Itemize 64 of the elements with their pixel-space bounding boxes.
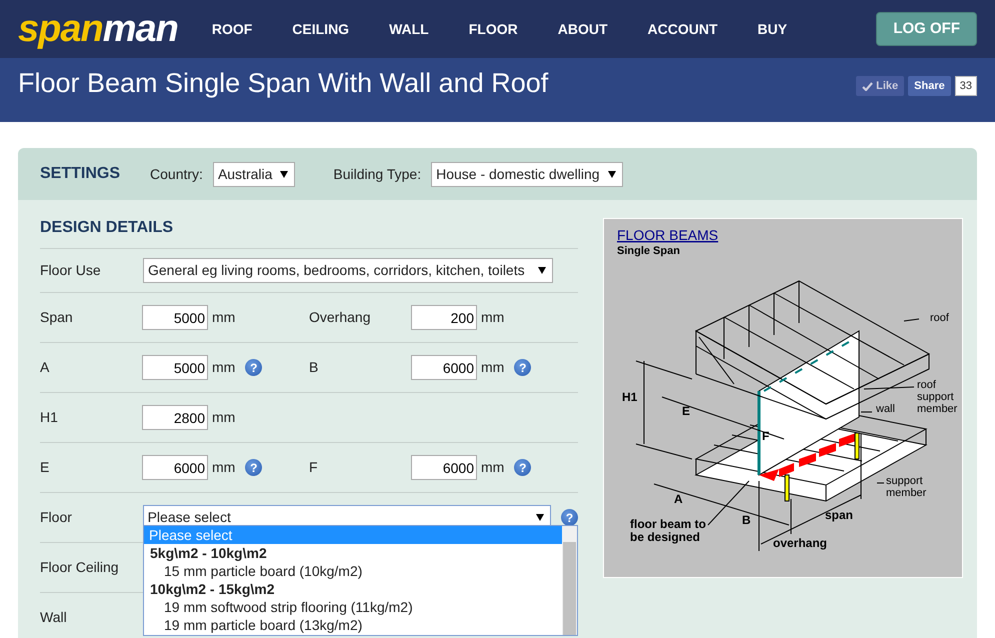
nav-link[interactable]: FLOOR — [468, 18, 518, 40]
dropdown-field[interactable]: General eg living rooms, bedrooms, corridors, kitchen, toilets — [143, 258, 553, 283]
field-label: H1 — [40, 408, 59, 427]
diagram-label: A — [674, 493, 684, 506]
building-type-label: Building Type: — [333, 164, 422, 184]
nav-link[interactable]: ROOF — [212, 18, 252, 40]
nav-link[interactable]: ACCOUNT — [648, 18, 718, 40]
diagram-label: roof — [930, 312, 950, 324]
diagram-label: B — [742, 514, 752, 528]
design-heading: DESIGN DETAILS — [40, 200, 578, 249]
field-label: Floor Use — [40, 261, 102, 280]
unit-label: mm — [212, 408, 236, 427]
number-input[interactable]: 5000 — [142, 355, 208, 380]
nav-link[interactable]: CEILING — [292, 18, 350, 40]
dropdown-option[interactable]: 19 mm particle board (13kg/m2) — [144, 616, 562, 634]
field-label: Overhang — [309, 308, 372, 327]
page-title: Floor Beam Single Span With Wall and Roof — [18, 66, 548, 100]
diagram-label: span — [825, 509, 854, 522]
diagram-label: E — [682, 405, 692, 418]
check-icon — [862, 82, 874, 90]
building-type-select[interactable]: House - domestic dwelling — [431, 162, 623, 186]
share-button[interactable]: Share — [908, 76, 951, 96]
field-label: F — [309, 458, 319, 477]
settings-heading: SETTINGS — [40, 164, 120, 184]
field-label: Wall — [40, 608, 68, 627]
option-group-label: 5kg\m2 - 10kg\m2 — [149, 544, 268, 562]
diagram-label: support member — [886, 475, 928, 500]
dropdown-option[interactable]: 15 mm particle board (10kg/m2) — [144, 562, 562, 580]
country-select[interactable]: Australia — [212, 162, 296, 186]
field-label: Floor Ceiling — [40, 558, 120, 577]
field-label: A — [40, 358, 50, 377]
field-label: Span — [40, 308, 74, 327]
field-label: B — [309, 358, 320, 377]
diagram-label: wall — [876, 403, 896, 416]
number-input[interactable]: 2800 — [142, 405, 208, 430]
diagram-label: overhang — [773, 537, 828, 550]
number-input[interactable]: 200 — [411, 305, 477, 330]
diagram-label: roof support member — [917, 379, 958, 416]
number-input[interactable]: 6000 — [411, 455, 477, 480]
country-label: Country: — [150, 164, 203, 184]
nav-link[interactable]: BUY — [758, 18, 788, 40]
diagram-label: floor beam to be designed — [630, 518, 708, 544]
like-button[interactable]: Like — [856, 76, 904, 96]
diagram-subtitle: Single Span — [617, 245, 680, 257]
number-input[interactable]: 6000 — [142, 455, 208, 480]
unit-label: mm — [481, 458, 504, 477]
unit-label: mm — [212, 308, 236, 327]
unit-label: mm — [212, 358, 236, 377]
option-group-label: 10kg\m2 - 15kg\m2 — [149, 580, 276, 598]
scrollbar[interactable] — [562, 526, 577, 635]
unit-label: mm — [481, 308, 504, 327]
number-input[interactable]: 6000 — [411, 355, 477, 380]
unit-label: mm — [481, 358, 504, 377]
diagram-title[interactable]: FLOOR BEAMS — [617, 227, 718, 243]
number-input[interactable]: 5000 — [142, 305, 208, 330]
nav-link[interactable]: WALL — [389, 18, 429, 40]
dropdown-option[interactable]: 19 mm softwood strip flooring (11kg/m2) — [144, 598, 562, 616]
share-count: 33 — [954, 76, 977, 96]
field-label: Floor — [40, 508, 73, 527]
logo[interactable]: spanman — [18, 10, 178, 48]
field-label: E — [40, 458, 50, 477]
nav-link[interactable]: ABOUT — [558, 18, 608, 40]
diagram-label: H1 — [622, 391, 638, 404]
unit-label: mm — [212, 458, 236, 477]
